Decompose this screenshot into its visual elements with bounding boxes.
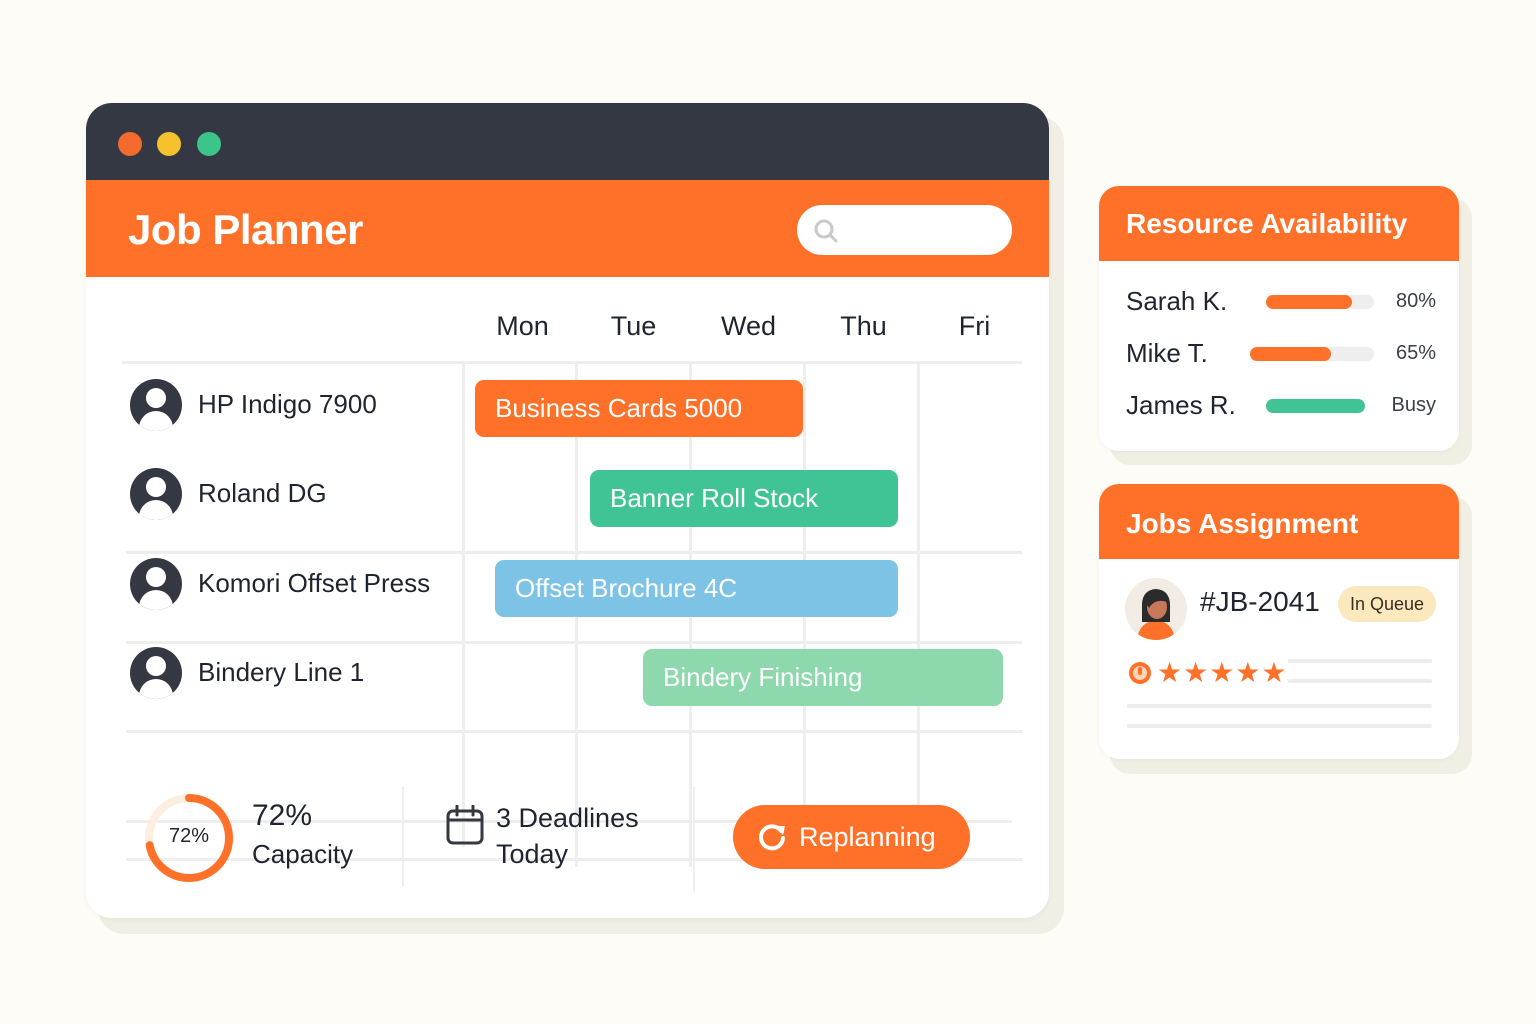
job-bar-business-cards[interactable]: Business Cards 5000 [475,380,803,437]
job-bar-banner-roll[interactable]: Banner Roll Stock [590,470,898,527]
resource-person-row: James R. Busy [1126,390,1436,424]
day-header-wed: Wed [720,311,777,341]
capacity-ring-label: 72% [168,825,210,847]
app-header: Job Planner [86,180,1049,277]
jobs-assignment-title: Jobs Assignment [1126,508,1359,539]
jobs-assignment-header: Jobs Assignment [1099,484,1459,559]
refresh-icon [759,824,785,851]
placeholder-line [1288,659,1432,663]
search-input[interactable] [847,215,1001,247]
app-title: Job Planner [128,206,363,253]
placeholder-line [1127,704,1432,708]
summary-footer: 72% 72% Capacity 3 Deadlines Today Repla… [86,777,1049,918]
day-header-mon: Mon [496,311,549,341]
job-bar-bindery-finishing[interactable]: Bindery Finishing [643,649,1003,706]
job-planner-window: Job Planner Mon Tue Wed Thu Fri HP Indig… [86,103,1049,918]
person-name: Mike T. [1126,338,1208,368]
grid-line [126,641,1022,644]
availability-bar [1250,347,1374,361]
resource-person-row: Mike T. 65% [1126,338,1436,372]
availability-bar [1266,295,1374,309]
maximize-window-dot[interactable] [197,132,221,156]
user-icon [130,468,182,520]
capacity-value: 72% [252,799,313,832]
replanning-button[interactable]: Replanning [733,805,970,869]
grid-line [122,361,1022,364]
grid-line [462,361,465,847]
placeholder-line [1127,724,1432,728]
resource-availability-card: Resource Availability Sarah K. 80% Mike … [1099,186,1459,451]
grid-line [126,730,1022,733]
user-icon [130,379,182,431]
title-bar [86,103,1049,180]
availability-bar [1266,399,1365,413]
resource-availability-title: Resource Availability [1126,208,1408,239]
schedule-grid: Mon Tue Wed Thu Fri HP Indigo 7900 Rolan… [86,277,1049,867]
resource-name: Komori Offset Press [198,568,431,598]
resource-name: Bindery Line 1 [198,657,365,687]
close-window-dot[interactable] [118,132,142,156]
user-icon [130,558,182,610]
divider [402,787,404,887]
resource-person-row: Sarah K. 80% [1126,286,1436,320]
minimize-window-dot[interactable] [157,132,181,156]
day-header-tue: Tue [610,311,657,341]
person-name: James R. [1126,390,1236,420]
search-icon [814,219,838,243]
availability-value: 65% [1395,342,1436,364]
availability-value: 80% [1395,290,1436,312]
availability-bar-fill [1266,399,1365,413]
day-header-thu: Thu [840,311,887,341]
search-box[interactable] [797,205,1012,255]
jobs-assignment-card: Jobs Assignment #JB-2041 In Queue ★★★★★ [1099,484,1459,759]
resource-availability-header: Resource Availability [1099,186,1459,261]
resource-name: Roland DG [198,478,327,508]
deadlines-when: Today [496,839,569,869]
person-name: Sarah K. [1126,286,1228,316]
capacity-label: Capacity [252,839,354,869]
grid-line [126,551,1022,554]
assignee-avatar [1125,578,1187,640]
availability-value: Busy [1391,394,1436,416]
day-header-fri: Fri [958,311,991,341]
replanning-label: Replanning [799,822,936,852]
job-id: #JB-2041 [1200,586,1320,617]
calendar-icon [446,805,484,845]
job-bar-offset-brochure[interactable]: Offset Brochure 4C [495,560,898,617]
availability-bar-fill [1266,295,1353,309]
availability-bar-fill [1250,347,1331,361]
divider [693,787,695,892]
user-icon [130,647,182,699]
status-badge: In Queue [1338,586,1436,622]
placeholder-line [1288,679,1432,683]
resource-name: HP Indigo 7900 [198,389,377,419]
rating-stars: ★★★★★ [1157,657,1288,688]
deadlines-count: 3 Deadlines [496,803,639,833]
rating-icon [1129,662,1151,684]
